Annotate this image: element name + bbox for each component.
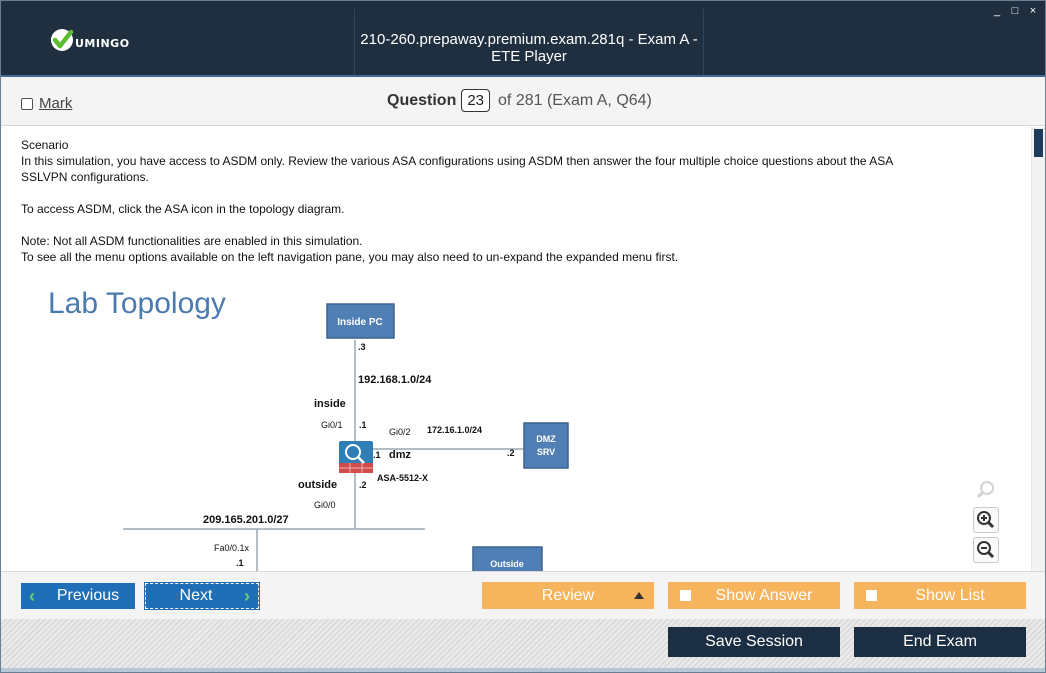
- checkmark-logo-icon: [51, 29, 74, 51]
- dmz-network-label: 172.16.1.0/24: [427, 425, 482, 435]
- title-bar: UMINGO 210-260.prepaway.premium.exam.281…: [1, 1, 1045, 77]
- outside-network-label: 209.165.201.0/27: [203, 514, 289, 526]
- mark-checkbox[interactable]: Mark: [21, 95, 72, 112]
- inside-pc-label: Inside PC: [337, 317, 383, 328]
- window-title: 210-260.prepaway.premium.exam.281q - Exa…: [360, 31, 698, 65]
- close-icon[interactable]: ×: [1027, 5, 1039, 17]
- zoom-in-icon[interactable]: [973, 507, 999, 533]
- dmz-interface-name: dmz: [389, 449, 412, 461]
- zoom-out-icon[interactable]: [973, 537, 999, 563]
- vumingo-logo: UMINGO: [49, 25, 130, 55]
- inside-pc-host: .3: [358, 342, 366, 352]
- gi00-label: Gi0/0: [314, 500, 336, 510]
- end-exam-button[interactable]: End Exam: [854, 627, 1026, 657]
- show-answer-label: Show Answer: [715, 586, 813, 604]
- scrollbar-thumb[interactable]: [1034, 129, 1043, 157]
- mark-label: Mark: [39, 95, 73, 112]
- show-list-button[interactable]: Show List: [854, 582, 1026, 609]
- dmz-server-device[interactable]: [523, 422, 569, 469]
- navigation-bar: ‹ Previous Next › Review Show Answer Sho…: [1, 571, 1045, 619]
- asa-model-label: ASA-5512-X: [377, 473, 428, 483]
- next-label: Next: [179, 587, 213, 604]
- review-dropdown-button[interactable]: Review: [482, 582, 654, 609]
- session-bar: Save Session End Exam: [1, 619, 1045, 672]
- save-session-button[interactable]: Save Session: [668, 627, 840, 657]
- inside-interface-name: inside: [314, 398, 346, 410]
- dmz-srv-label: DMZ: [536, 434, 556, 444]
- title-separator: [703, 9, 704, 75]
- question-content: Scenario In this simulation, you have ac…: [9, 127, 1029, 571]
- bottom-edge: [1, 668, 1045, 672]
- gi01-host: .1: [359, 420, 367, 430]
- inside-network-label: 192.168.1.0/24: [358, 374, 432, 386]
- outside-device-label: Outside: [490, 559, 524, 569]
- previous-button[interactable]: ‹ Previous: [21, 583, 135, 609]
- fa01-host: .1: [236, 558, 244, 568]
- previous-label: Previous: [56, 587, 120, 604]
- asa-firewall-icon[interactable]: [339, 441, 373, 473]
- gi02-label: Gi0/2: [389, 427, 411, 437]
- window-controls: _ □ ×: [991, 5, 1039, 17]
- dmz-host: .1: [373, 450, 381, 460]
- show-answer-button[interactable]: Show Answer: [668, 582, 840, 609]
- gi01-label: Gi0/1: [321, 420, 343, 430]
- show-answer-checkbox[interactable]: [680, 590, 691, 601]
- triangle-up-icon: [634, 592, 644, 599]
- ete-player-window: UMINGO 210-260.prepaway.premium.exam.281…: [0, 0, 1046, 673]
- chevron-left-icon: ‹: [29, 585, 35, 606]
- outside-host: .2: [359, 480, 367, 490]
- question-number-input[interactable]: 23: [461, 89, 491, 112]
- checkbox-icon[interactable]: [21, 97, 33, 110]
- content-scrollbar[interactable]: [1031, 127, 1045, 571]
- next-button[interactable]: Next ›: [144, 582, 260, 610]
- logo-text: UMINGO: [75, 37, 130, 50]
- question-indicator: Question 23 of 281 (Exam A, Q64): [387, 89, 652, 112]
- minimize-icon[interactable]: _: [991, 5, 1003, 17]
- magnifier-icon[interactable]: [973, 477, 999, 503]
- lab-topology-diagram: Lab Topology Inside PC .3 192.168.1.0/24…: [48, 287, 569, 571]
- question-of-text: of 281 (Exam A, Q64): [498, 91, 652, 109]
- review-label: Review: [541, 586, 595, 604]
- show-list-checkbox[interactable]: [866, 590, 877, 601]
- dmz-srv-host: .2: [507, 448, 515, 458]
- topology-title: Lab Topology: [48, 287, 226, 320]
- dmz-srv-label: SRV: [537, 447, 555, 457]
- question-label: Question: [387, 91, 457, 109]
- show-list-label: Show List: [915, 586, 985, 604]
- zoom-controls: [973, 477, 999, 563]
- question-bar: Mark Question 23 of 281 (Exam A, Q64): [1, 77, 1045, 126]
- maximize-icon[interactable]: □: [1009, 5, 1021, 17]
- outside-interface-name: outside: [298, 479, 337, 491]
- chevron-right-icon: ›: [244, 585, 250, 606]
- fa01-label: Fa0/0.1x: [214, 543, 250, 553]
